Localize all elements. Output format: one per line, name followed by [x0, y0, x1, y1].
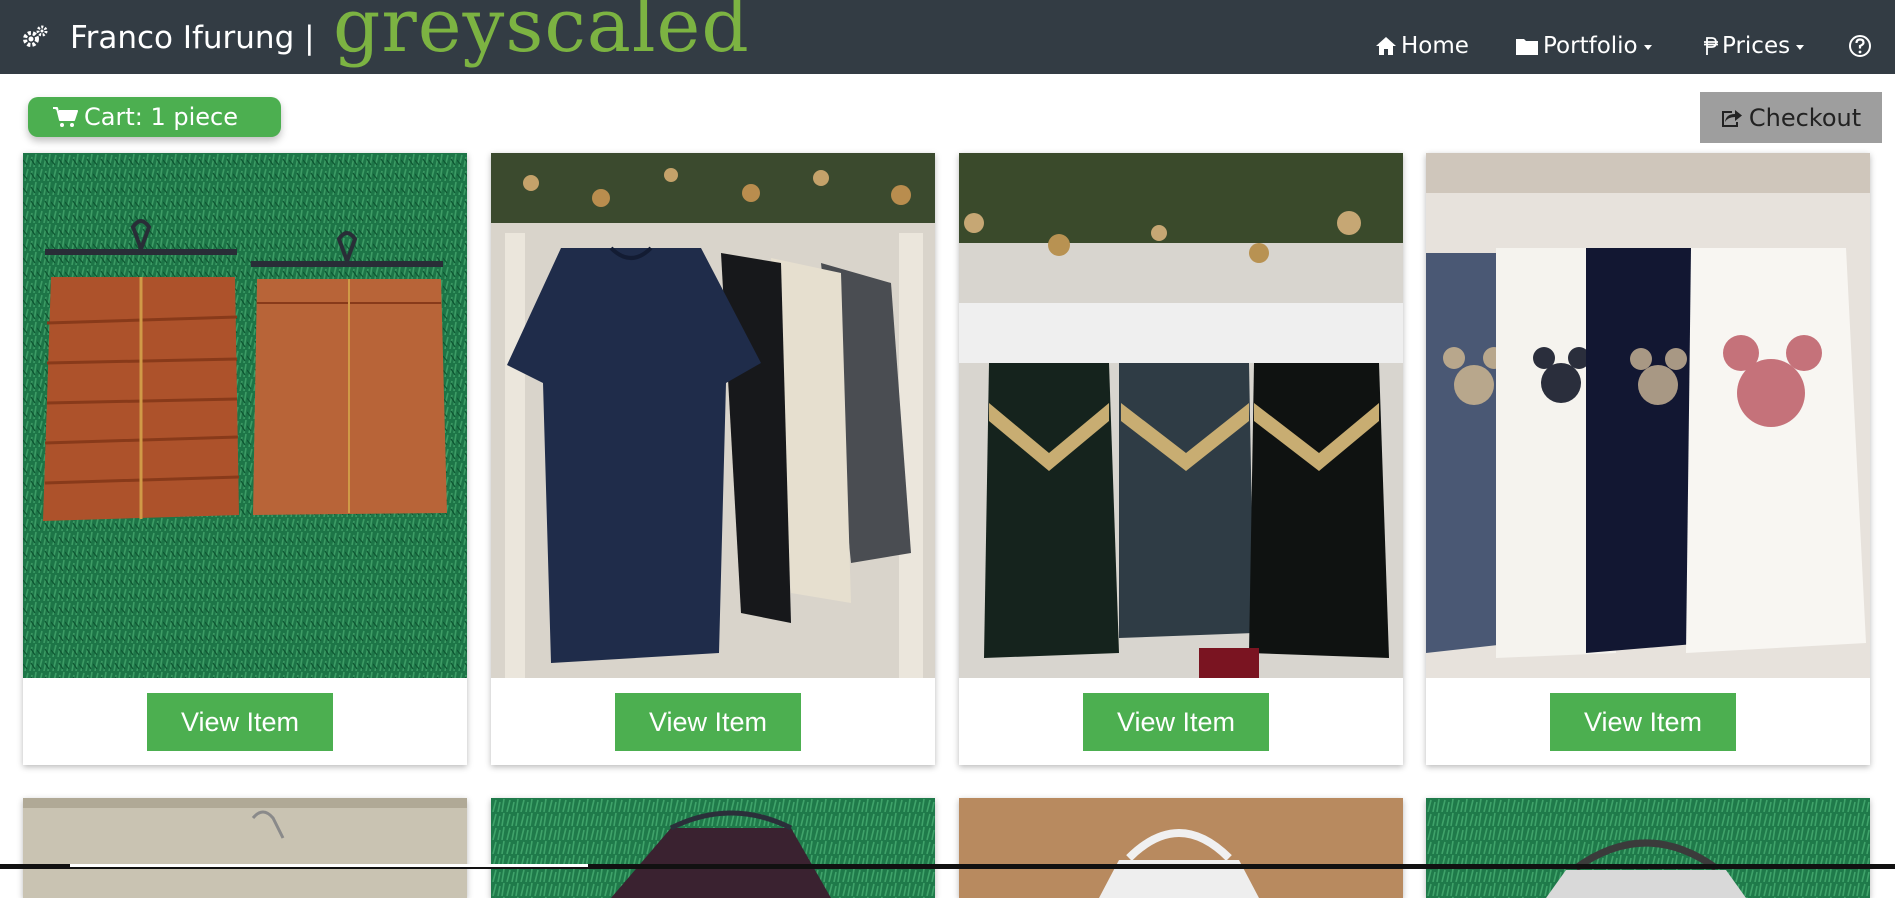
- product-photo[interactable]: [959, 798, 1403, 898]
- nav-portfolio-label: Portfolio: [1543, 33, 1638, 59]
- product-photo-mouse-tops[interactable]: [1426, 153, 1870, 678]
- product-card: [959, 798, 1403, 898]
- product-card: View Item: [959, 153, 1403, 765]
- cart-label: Cart: 1 piece: [84, 103, 238, 131]
- product-photo[interactable]: [23, 798, 467, 898]
- brand-name[interactable]: Franco Ifurung |: [70, 18, 315, 58]
- product-photo[interactable]: [491, 798, 935, 898]
- peso-icon: [1704, 37, 1718, 55]
- product-card: [491, 798, 935, 898]
- nav-prices[interactable]: Prices: [1704, 30, 1805, 62]
- product-card: [23, 798, 467, 898]
- cart-icon: [53, 107, 78, 127]
- gears-icon[interactable]: [21, 24, 49, 50]
- share-icon: [1721, 109, 1742, 127]
- product-photo-knit-tops[interactable]: [491, 153, 935, 678]
- product-card: View Item: [1426, 153, 1870, 765]
- product-photo-camisoles[interactable]: [959, 153, 1403, 678]
- product-photo[interactable]: [1426, 798, 1870, 898]
- product-card: View Item: [491, 153, 935, 765]
- scrollbar-thumb[interactable]: [70, 864, 588, 867]
- nav-home-label: Home: [1401, 33, 1469, 59]
- product-card: [1426, 798, 1870, 898]
- nav-prices-label: Prices: [1722, 33, 1791, 59]
- view-item-button[interactable]: View Item: [147, 693, 333, 751]
- question-circle-icon[interactable]: [1848, 34, 1872, 58]
- checkout-button[interactable]: Checkout: [1700, 92, 1882, 143]
- home-icon: [1376, 37, 1396, 55]
- chevron-down-icon: [1796, 45, 1805, 50]
- top-navbar: Franco Ifurung | greyscaled Home Portfol…: [0, 0, 1895, 74]
- view-item-button[interactable]: View Item: [1550, 693, 1736, 751]
- view-item-button[interactable]: View Item: [1083, 693, 1269, 751]
- folder-icon: [1516, 39, 1538, 55]
- product-photo-skirts[interactable]: [23, 153, 467, 678]
- site-logo[interactable]: greyscaled: [333, 0, 750, 68]
- nav-home[interactable]: Home: [1375, 30, 1469, 62]
- chevron-down-icon: [1643, 45, 1652, 50]
- nav-portfolio[interactable]: Portfolio: [1515, 30, 1652, 62]
- view-item-button[interactable]: View Item: [615, 693, 801, 751]
- checkout-label: Checkout: [1748, 103, 1862, 132]
- cart-button[interactable]: Cart: 1 piece: [28, 97, 281, 137]
- product-card: View Item: [23, 153, 467, 765]
